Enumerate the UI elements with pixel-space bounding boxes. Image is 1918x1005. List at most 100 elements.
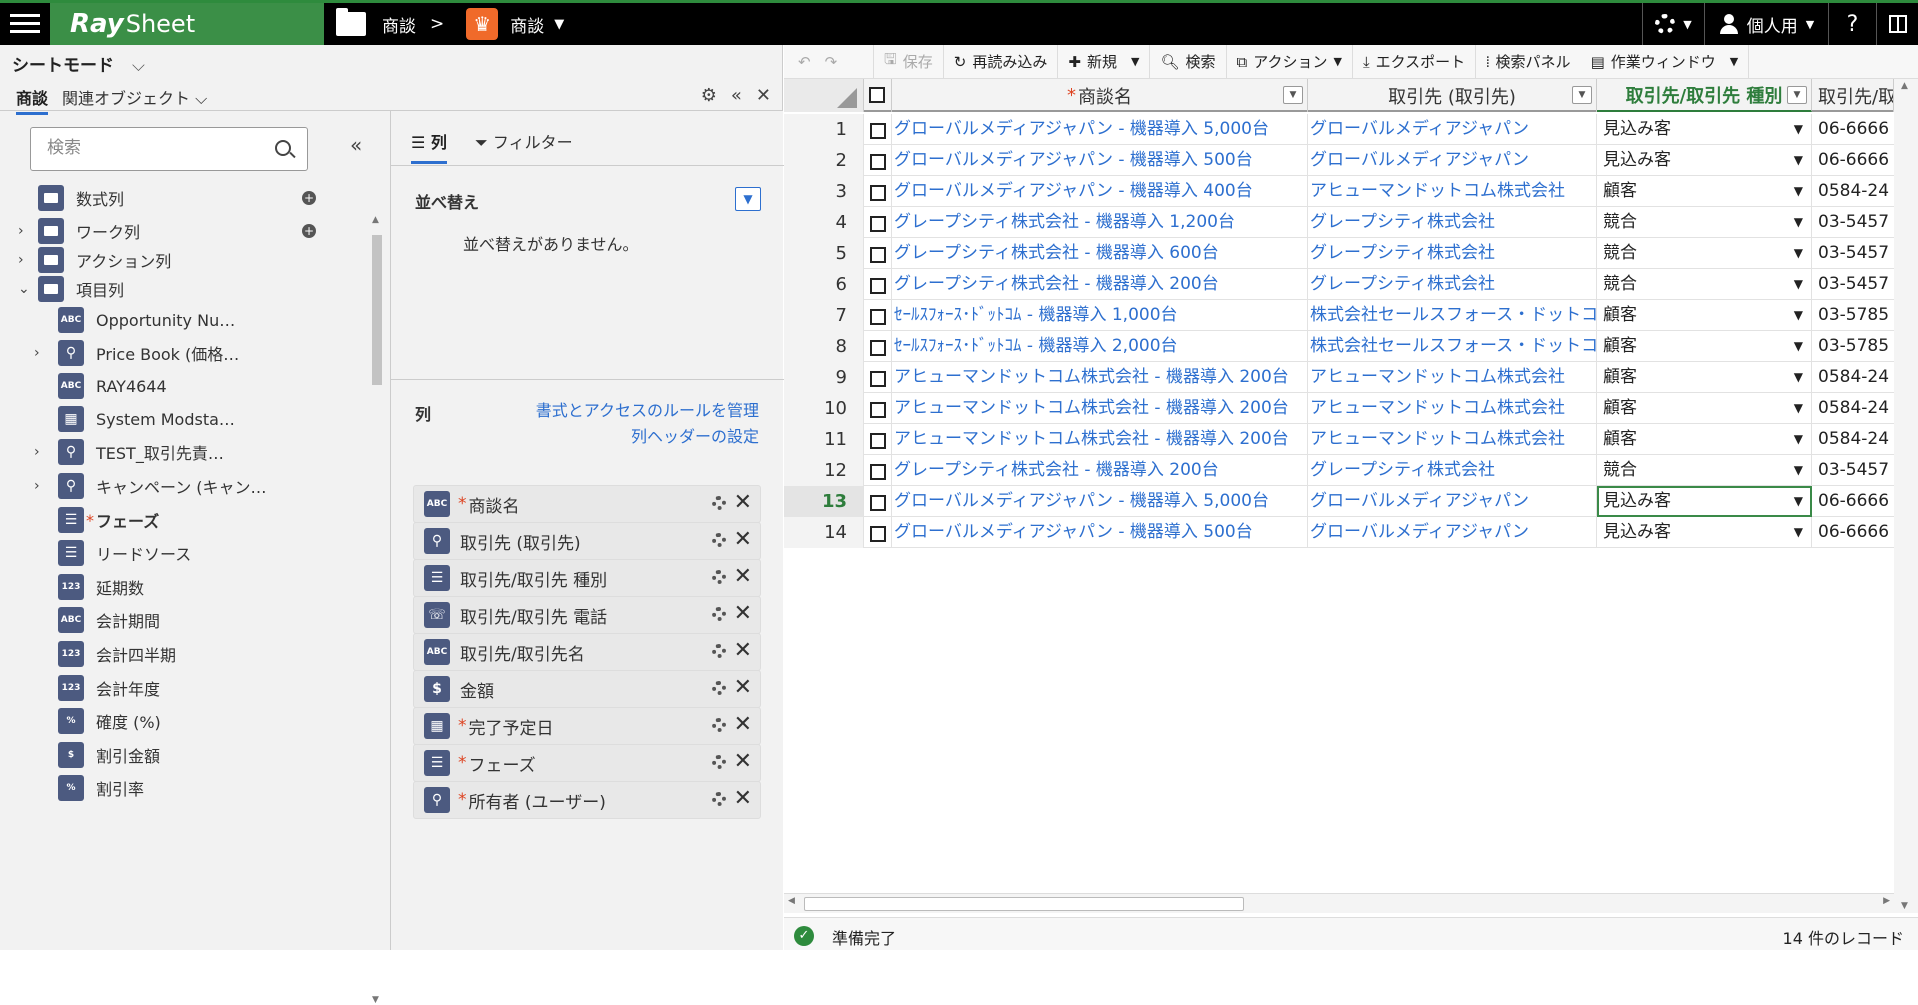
dropdown-arrow-icon[interactable]: ▼ xyxy=(1794,424,1803,455)
user-menu-button[interactable]: 個人用 ▼ xyxy=(1704,3,1828,45)
phone-cell[interactable]: 06-6666 xyxy=(1812,517,1894,548)
mode-selector[interactable]: シートモード ⌵ xyxy=(12,51,145,76)
field-tree-item[interactable]: % 割引率 xyxy=(34,771,144,805)
manage-rules-link[interactable]: 書式とアクセスのルールを管理 xyxy=(536,397,759,421)
remove-icon[interactable]: ✕ xyxy=(734,786,752,811)
account-type-cell[interactable]: 競合 ▼ xyxy=(1597,269,1812,300)
dropdown-arrow-icon[interactable]: ▼ xyxy=(1794,486,1803,517)
row-number[interactable]: 7 xyxy=(784,300,864,331)
dropdown-arrow-icon[interactable]: ▼ xyxy=(1794,393,1803,424)
row-checkbox[interactable] xyxy=(870,185,886,201)
opportunity-name-cell[interactable]: グローバルメディアジャパン - 機器導入 5,000台 xyxy=(892,114,1308,145)
row-checkbox-cell[interactable] xyxy=(864,424,892,455)
remove-icon[interactable]: ✕ xyxy=(734,675,752,700)
dropdown-arrow-icon[interactable]: ▼ xyxy=(1794,300,1803,331)
account-cell[interactable]: グローバルメディアジャパン xyxy=(1308,517,1597,548)
close-icon[interactable]: ✕ xyxy=(756,85,771,106)
column-list-item[interactable]: ▦ * 完了予定日 ✕ xyxy=(413,707,761,745)
row-checkbox-cell[interactable] xyxy=(864,300,892,331)
account-cell[interactable]: アヒューマンドットコム株式会社 xyxy=(1308,424,1597,455)
account-cell[interactable]: 株式会社セールスフォース・ドットコム xyxy=(1308,331,1597,362)
account-type-cell[interactable]: 顧客 ▼ xyxy=(1597,362,1812,393)
row-number[interactable]: 2 xyxy=(784,145,864,176)
column-list-item[interactable]: ABC * 商談名 ✕ xyxy=(413,485,761,523)
account-cell[interactable]: グレープシティ株式会社 xyxy=(1308,207,1597,238)
row-checkbox[interactable] xyxy=(870,495,886,511)
phone-cell[interactable]: 03-5457 xyxy=(1812,207,1894,238)
account-type-cell[interactable]: 見込み客 ▼ xyxy=(1597,114,1812,145)
row-number[interactable]: 13 xyxy=(784,486,864,517)
help-button[interactable]: ? xyxy=(1828,3,1876,45)
column-list-item[interactable]: ABC 取引先/取引先名 ✕ xyxy=(413,633,761,671)
phone-cell[interactable]: 0584-24 xyxy=(1812,393,1894,424)
chevron-right-icon[interactable]: › xyxy=(18,223,34,239)
select-all-checkbox[interactable] xyxy=(869,87,885,103)
row-checkbox[interactable] xyxy=(870,247,886,263)
collapse-left-icon[interactable]: « xyxy=(350,133,362,157)
dropdown-arrow-icon[interactable]: ▼ xyxy=(1794,176,1803,207)
work-window-button[interactable]: ▤ 作業ウィンドウ ▼ xyxy=(1581,44,1750,79)
opportunity-name-cell[interactable]: グレープシティ株式会社 - 機器導入 600台 xyxy=(892,238,1308,269)
row-checkbox-cell[interactable] xyxy=(864,238,892,269)
select-all-checkbox-cell[interactable] xyxy=(864,79,892,112)
horizontal-scrollbar[interactable]: ◀ ▶ xyxy=(784,893,1894,913)
table-row[interactable]: 10 アヒューマンドットコム株式会社 - 機器導入 200台 アヒューマンドットコム… xyxy=(784,393,1894,424)
row-checkbox[interactable] xyxy=(870,371,886,387)
account-cell[interactable]: アヒューマンドットコム株式会社 xyxy=(1308,362,1597,393)
account-cell[interactable]: グレープシティ株式会社 xyxy=(1308,238,1597,269)
row-checkbox-cell[interactable] xyxy=(864,362,892,393)
tab-columns[interactable]: ☰ 列 xyxy=(411,129,447,164)
row-checkbox-cell[interactable] xyxy=(864,331,892,362)
search-panel-button[interactable]: ⦙ 検索パネル xyxy=(1476,45,1580,79)
table-row[interactable]: 13 グローバルメディアジャパン - 機器導入 5,000台 グローバルメディアジャ… xyxy=(784,486,1894,517)
opportunity-name-cell[interactable]: グレープシティ株式会社 - 機器導入 1,200台 xyxy=(892,207,1308,238)
chevron-right-icon[interactable]: › xyxy=(34,478,50,494)
field-tree-item[interactable]: ABC Opportunity Nu… xyxy=(34,303,235,337)
gear-icon[interactable] xyxy=(712,533,726,547)
phone-cell[interactable]: 06-6666 xyxy=(1812,114,1894,145)
vertical-scrollbar[interactable]: ▲ ▼ xyxy=(1894,79,1918,913)
dropdown-arrow-icon[interactable]: ▼ xyxy=(1794,517,1803,548)
column-header-phone[interactable]: 取引先/取 xyxy=(1812,79,1894,112)
row-number[interactable]: 5 xyxy=(784,238,864,269)
column-list-item[interactable]: ☏ 取引先/取引先 電話 ✕ xyxy=(413,596,761,634)
gear-icon[interactable] xyxy=(712,607,726,621)
row-checkbox-cell[interactable] xyxy=(864,269,892,300)
redo-icon[interactable]: ↷ xyxy=(825,53,838,71)
dropdown-arrow-icon[interactable]: ▼ xyxy=(1794,238,1803,269)
account-cell[interactable]: アヒューマンドットコム株式会社 xyxy=(1308,393,1597,424)
chevron-right-icon[interactable]: › xyxy=(18,252,34,268)
row-number[interactable]: 4 xyxy=(784,207,864,238)
dropdown-arrow-icon[interactable]: ▼ xyxy=(1794,145,1803,176)
gear-icon[interactable] xyxy=(712,681,726,695)
add-icon[interactable]: + xyxy=(302,191,316,205)
row-checkbox-cell[interactable] xyxy=(864,455,892,486)
scroll-thumb[interactable] xyxy=(804,897,1244,911)
column-header-account[interactable]: 取引先 (取引先) ▼ xyxy=(1308,79,1597,112)
column-menu-icon[interactable]: ▼ xyxy=(1572,86,1592,104)
table-row[interactable]: 5 グレープシティ株式会社 - 機器導入 600台 グレープシティ株式会社 競合 ▼ 03… xyxy=(784,238,1894,269)
opportunity-name-cell[interactable]: ｾｰﾙｽﾌｫｰｽ･ﾄﾞｯﾄｺﾑ - 機器導入 1,000台 xyxy=(892,300,1308,331)
account-cell[interactable]: 株式会社セールスフォース・ドットコム xyxy=(1308,300,1597,331)
account-cell[interactable]: グレープシティ株式会社 xyxy=(1308,455,1597,486)
dropdown-arrow-icon[interactable]: ▼ xyxy=(1794,331,1803,362)
settings-button[interactable]: ▼ xyxy=(1642,3,1704,45)
row-number[interactable]: 3 xyxy=(784,176,864,207)
field-tree-item[interactable]: ☰ * フェーズ xyxy=(34,503,159,537)
column-menu-icon[interactable]: ▼ xyxy=(1787,86,1807,104)
phone-cell[interactable]: 06-6666 xyxy=(1812,486,1894,517)
phone-cell[interactable]: 0584-24 xyxy=(1812,176,1894,207)
table-row[interactable]: 4 グレープシティ株式会社 - 機器導入 1,200台 グレープシティ株式会社 競合 ▼… xyxy=(784,207,1894,238)
column-list-item[interactable]: ⚲ 取引先 (取引先) ✕ xyxy=(413,522,761,560)
row-number[interactable]: 8 xyxy=(784,331,864,362)
row-checkbox-cell[interactable] xyxy=(864,517,892,548)
dropdown-arrow-icon[interactable]: ▼ xyxy=(1794,114,1803,145)
save-button[interactable]: 🖫 保存 xyxy=(874,44,944,79)
column-header-type[interactable]: 取引先/取引先 種別 ▼ xyxy=(1597,79,1812,112)
field-search-box[interactable] xyxy=(30,127,308,171)
phone-cell[interactable]: 06-6666 xyxy=(1812,145,1894,176)
field-tree-item[interactable]: 123 会計年度 xyxy=(34,671,160,705)
field-tree-item[interactable]: ABC 会計期間 xyxy=(34,603,160,637)
table-row[interactable]: 3 グローバルメディアジャパン - 機器導入 400台 アヒューマンドットコム株式会… xyxy=(784,176,1894,207)
row-checkbox-cell[interactable] xyxy=(864,486,892,517)
